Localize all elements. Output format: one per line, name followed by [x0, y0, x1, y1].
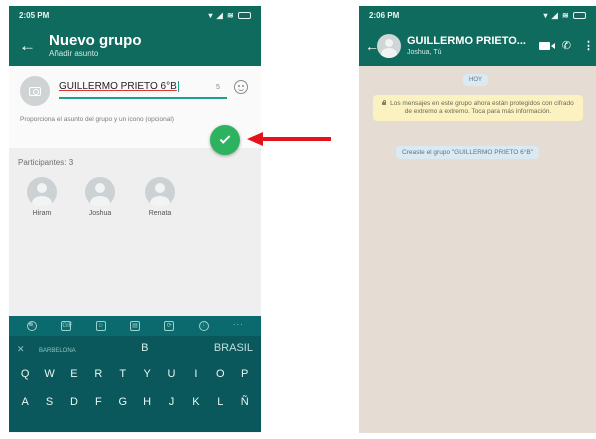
key-g[interactable]: G	[113, 396, 133, 408]
camera-icon	[29, 86, 41, 96]
key-q[interactable]: Q	[15, 368, 35, 380]
suggestion-bar: ✕ BARBELONA B BRASIL	[9, 336, 261, 360]
chat-title-block[interactable]: GUILLERMO PRIETO... Joshua, Tú	[407, 35, 539, 57]
signal-wifi-icon: ▾ ◢ ≋	[208, 11, 235, 20]
phone-chat: 2:06 PM ▾ ◢ ≋ ← GUILLERMO PRIETO... Josh…	[359, 6, 596, 433]
avatar	[27, 177, 57, 207]
header: 2:05 PM ▾ ◢ ≋ ← Nuevo grupo Añadir asunt…	[9, 6, 261, 66]
suggestion-right[interactable]: BRASIL	[214, 342, 253, 354]
key-e[interactable]: E	[64, 368, 84, 380]
participant-name: Renata	[148, 210, 172, 217]
keyboard-toolbar: 🔍 GIF ☺ ▤ ⟳ ⓘ ···	[9, 316, 261, 336]
encryption-notice[interactable]: Los mensajes en este grupo ahora están p…	[373, 95, 583, 121]
chat-members: Joshua, Tú	[407, 48, 442, 56]
participant-item[interactable]: Joshua	[75, 177, 125, 217]
key-s[interactable]: S	[40, 396, 60, 408]
status-icons: ▾ ◢ ≋	[208, 11, 251, 20]
key-w[interactable]: W	[40, 368, 60, 380]
key-r[interactable]: R	[88, 368, 108, 380]
arrow-head	[247, 132, 263, 146]
key-ñ[interactable]: Ñ	[235, 396, 255, 408]
participants-section: Participantes: 3 Hiram Joshua Renata	[9, 148, 261, 316]
page-subtitle: Añadir asunto	[49, 49, 99, 58]
key-h[interactable]: H	[137, 396, 157, 408]
emoji-icon[interactable]	[234, 80, 248, 94]
search-icon[interactable]: 🔍	[27, 321, 38, 331]
suggestion-middle[interactable]: B	[141, 342, 148, 354]
annotation-arrow-icon	[247, 132, 332, 146]
key-d[interactable]: D	[64, 396, 84, 408]
phone-new-group: 2:05 PM ▾ ◢ ≋ ← Nuevo grupo Añadir asunt…	[9, 6, 261, 433]
back-arrow-icon[interactable]: ←	[19, 36, 45, 56]
avatar	[85, 177, 115, 207]
chat-appbar: ← GUILLERMO PRIETO... Joshua, Tú ✆ ⋮	[359, 25, 596, 66]
arrow-shaft	[261, 137, 331, 141]
more-vert-icon[interactable]: ⋮	[583, 39, 594, 52]
confirm-button[interactable]	[210, 125, 240, 155]
back-arrow-icon[interactable]: ←	[365, 38, 379, 54]
checkmark-icon	[219, 133, 231, 144]
video-call-icon[interactable]	[538, 41, 555, 50]
clipboard-icon[interactable]: ▤	[129, 321, 140, 331]
key-k[interactable]: K	[186, 396, 206, 408]
battery-icon	[238, 12, 251, 20]
keyboard-row-1: QWERTYUIOP	[9, 360, 261, 388]
participants-label: Participantes: 3	[18, 158, 74, 167]
key-u[interactable]: U	[162, 368, 182, 380]
suggestion-left[interactable]: BARBELONA	[39, 348, 76, 354]
key-o[interactable]: O	[210, 368, 230, 380]
avatar	[145, 177, 175, 207]
participant-item[interactable]: Hiram	[17, 177, 67, 217]
chat-header: 2:06 PM ▾ ◢ ≋ ← GUILLERMO PRIETO... Josh…	[359, 6, 596, 66]
page-title: Nuevo grupo	[49, 32, 142, 49]
appbar: ← Nuevo grupo Añadir asunto	[9, 25, 261, 66]
status-icons: ▾ ◢ ≋	[543, 11, 586, 20]
battery-icon	[573, 12, 586, 20]
key-a[interactable]: A	[15, 396, 35, 408]
subject-input[interactable]: GUILLERMO PRIETO 6°B	[59, 81, 227, 99]
close-suggestions-icon[interactable]: ✕	[17, 344, 25, 354]
group-icon-picker[interactable]	[20, 76, 50, 106]
date-chip: HOY	[463, 74, 489, 86]
key-f[interactable]: F	[88, 396, 108, 408]
info-icon[interactable]: ⓘ	[198, 321, 209, 331]
group-created-chip: Creaste el grupo "GUILLERMO PRIETO 6°B"	[396, 146, 540, 159]
more-icon[interactable]: ···	[233, 321, 243, 331]
participant-name: Hiram	[32, 210, 52, 217]
key-y[interactable]: Y	[137, 368, 157, 380]
key-p[interactable]: P	[235, 368, 255, 380]
title-block: Nuevo grupo Añadir asunto	[49, 32, 142, 59]
encryption-text: Los mensajes en este grupo ahora están p…	[390, 100, 574, 115]
subject-hint: Proporciona el asunto del grupo y un ico…	[20, 116, 174, 123]
status-bar: 2:05 PM ▾ ◢ ≋	[9, 6, 261, 25]
lock-icon	[382, 99, 387, 105]
status-bar: 2:06 PM ▾ ◢ ≋	[359, 6, 596, 25]
translate-icon[interactable]: ⟳	[164, 321, 175, 331]
key-t[interactable]: T	[113, 368, 133, 380]
status-time: 2:05 PM	[19, 11, 50, 20]
subject-value: GUILLERMO PRIETO 6°B	[59, 81, 177, 92]
phone-call-icon[interactable]: ✆	[562, 39, 571, 52]
key-j[interactable]: J	[162, 396, 182, 408]
chat-name: GUILLERMO PRIETO...	[407, 34, 526, 47]
suggestion-left-group: ✕ BARBELONA	[17, 339, 76, 357]
sticker-icon[interactable]: ☺	[95, 321, 106, 331]
participant-item[interactable]: Renata	[135, 177, 185, 217]
keyboard-row-2: ASDFGHJKLÑ	[9, 388, 261, 416]
participant-name: Joshua	[88, 210, 112, 217]
status-time: 2:06 PM	[369, 11, 400, 20]
key-l[interactable]: L	[210, 396, 230, 408]
group-avatar[interactable]	[377, 33, 401, 58]
signal-wifi-icon: ▾ ◢ ≋	[543, 11, 570, 20]
text-cursor	[177, 81, 179, 92]
keyboard: 🔍 GIF ☺ ▤ ⟳ ⓘ ··· ✕ BARBELONA B BRASIL Q…	[9, 316, 261, 432]
gif-icon[interactable]: GIF	[61, 321, 72, 331]
char-counter: 5	[216, 84, 220, 91]
key-i[interactable]: I	[186, 368, 206, 380]
chat-body: HOY Los mensajes en este grupo ahora est…	[359, 66, 596, 433]
